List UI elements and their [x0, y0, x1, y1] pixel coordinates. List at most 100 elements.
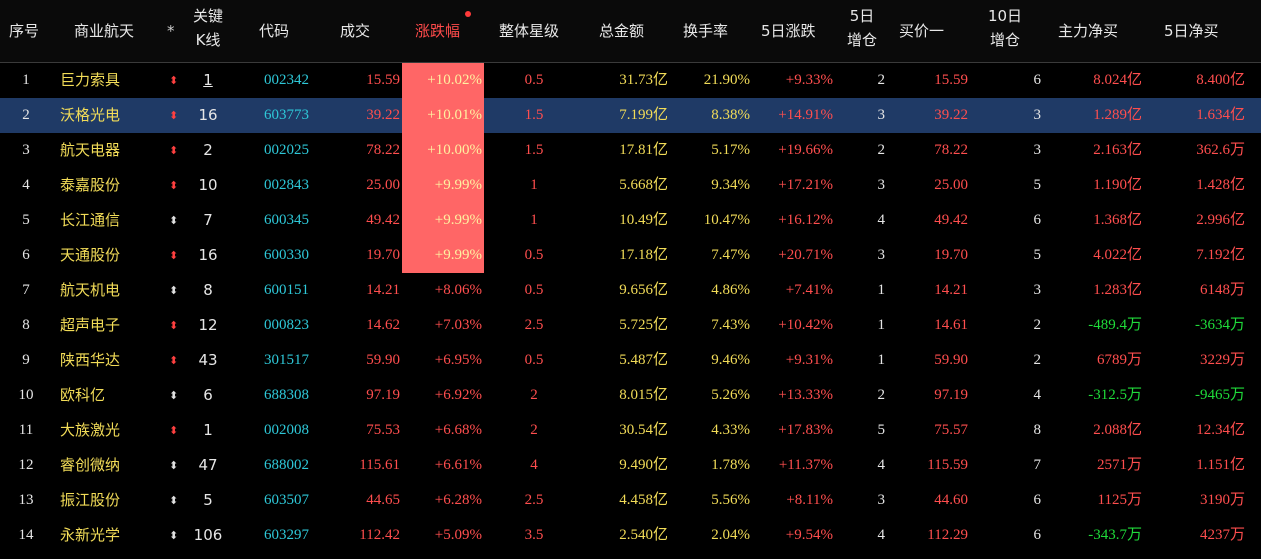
cell-5d-net-buy: 4237万 — [1199, 527, 1245, 543]
cell-main-net-buy: 2571万 — [1096, 457, 1142, 473]
cell-seq: 9 — [22, 352, 30, 368]
cell-turnover: 5.17% — [711, 142, 750, 158]
cell-kline: 16 — [198, 246, 218, 264]
cell-bid1: 25.00 — [934, 177, 968, 193]
cell-pct-change: +9.99% — [434, 212, 482, 228]
sort-indicator-dot-icon — [465, 11, 471, 17]
cell-rating: 1 — [530, 177, 538, 193]
header-kline[interactable]: 关键 K线 — [188, 4, 228, 52]
table-row[interactable]: ⬍ 13 振江股份 5 603507 44.65 +6.28% 2.5 4.458亿 5.56% +… — [0, 483, 1261, 518]
cell-seq: 4 — [22, 177, 30, 193]
cell-5d-change: +13.33% — [778, 387, 833, 403]
cell-seq: 6 — [22, 247, 30, 263]
cell-kline: 1 — [203, 421, 213, 439]
cell-5d-add: 4 — [877, 212, 886, 228]
cell-main-net-buy: 2.163亿 — [1093, 142, 1142, 158]
header-sector-name[interactable]: 商业航天 — [74, 0, 134, 62]
cell-price: 25.00 — [366, 177, 400, 193]
cell-seq: 12 — [18, 457, 34, 473]
cell-kline: 10 — [198, 176, 218, 194]
cell-name[interactable]: 天通股份 — [60, 238, 150, 273]
header-amount[interactable]: 总金额 — [599, 0, 644, 62]
table-row[interactable]: ⬍ 10 欧科亿 6 688308 97.19 +6.92% 2 8.015亿 5.26% +13.… — [0, 378, 1261, 413]
cell-5d-change: +19.66% — [778, 142, 833, 158]
cell-bid1: 44.60 — [934, 492, 968, 508]
cell-5d-change: +17.21% — [778, 177, 833, 193]
cell-5d-add: 2 — [877, 387, 886, 403]
cell-name[interactable]: 航天机电 — [60, 273, 150, 308]
table-row[interactable]: ⬍ 5 长江通信 7 600345 49.42 +9.99% 1 10.49亿 10.47% +16… — [0, 203, 1261, 238]
cell-name[interactable]: 睿创微纳 — [60, 448, 150, 483]
cell-rating: 1.5 — [524, 142, 544, 158]
header-code[interactable]: 代码 — [259, 0, 289, 62]
table-row[interactable]: ⬍ 8 超声电子 12 000823 14.62 +7.03% 2.5 5.725亿 7.43% +… — [0, 308, 1261, 343]
cell-turnover: 4.86% — [711, 282, 750, 298]
cell-5d-add: 3 — [877, 177, 886, 193]
cell-5d-add: 4 — [877, 457, 886, 473]
header-rating[interactable]: 整体星级 — [499, 0, 559, 62]
cell-name[interactable]: 陕西华达 — [60, 343, 150, 378]
cell-5d-net-buy: 2.996亿 — [1196, 212, 1245, 228]
cell-main-net-buy: 8.024亿 — [1093, 72, 1142, 88]
cell-name[interactable]: 永新光学 — [60, 518, 150, 553]
cell-5d-net-buy: 6148万 — [1199, 282, 1245, 298]
header-10d-add[interactable]: 10日 增仓 — [983, 4, 1027, 52]
cell-pct-change: +10.01% — [427, 107, 482, 123]
cell-kline: 8 — [203, 281, 213, 299]
cell-name[interactable]: 长江通信 — [60, 203, 150, 238]
header-price[interactable]: 成交 — [340, 0, 370, 62]
cell-5d-add: 4 — [877, 527, 886, 543]
cell-kline: 47 — [198, 456, 218, 474]
header-seq[interactable]: 序号 — [9, 0, 39, 62]
cell-10d-add: 6 — [1033, 212, 1042, 228]
cell-5d-net-buy: 3190万 — [1199, 492, 1245, 508]
cell-5d-change: +9.33% — [785, 72, 833, 88]
table-row[interactable]: ⬍ 11 大族激光 1 002008 75.53 +6.68% 2 30.54亿 4.33% +17… — [0, 413, 1261, 448]
cell-price: 14.62 — [366, 317, 400, 333]
cell-name[interactable]: 振江股份 — [60, 483, 150, 518]
table-row[interactable]: ⬍ 1 巨力索具 1 002342 15.59 +10.02% 0.5 31.73亿 21.90%… — [0, 63, 1261, 98]
header-5d-net-buy[interactable]: 5日净买 — [1164, 0, 1219, 62]
cell-5d-net-buy: 12.34亿 — [1196, 422, 1245, 438]
header-star[interactable]: * — [167, 0, 175, 62]
cell-main-net-buy: -489.4万 — [1088, 317, 1142, 333]
table-row[interactable]: ⬍ 2 沃格光电 16 603773 39.22 +10.01% 1.5 7.199亿 8.38%… — [0, 98, 1261, 133]
cell-price: 59.90 — [366, 352, 400, 368]
table-row[interactable]: ⬍ 4 泰嘉股份 10 002843 25.00 +9.99% 1 5.668亿 9.34% +17… — [0, 168, 1261, 203]
cell-5d-add: 5 — [877, 422, 886, 438]
table-row[interactable]: ⬍ 6 天通股份 16 600330 19.70 +9.99% 0.5 17.18亿 7.47% +… — [0, 238, 1261, 273]
cell-5d-net-buy: -3634万 — [1195, 317, 1245, 333]
cell-name[interactable]: 巨力索具 — [60, 63, 150, 98]
cell-kline: 6 — [203, 386, 213, 404]
header-pct-change[interactable]: 涨跌幅 — [415, 0, 460, 62]
header-5d-add[interactable]: 5日 增仓 — [842, 4, 882, 52]
cell-name[interactable]: 超声电子 — [60, 308, 150, 343]
cell-bid1: 19.70 — [934, 247, 968, 263]
cell-turnover: 7.43% — [711, 317, 750, 333]
cell-name[interactable]: 航天电器 — [60, 133, 150, 168]
table-row[interactable]: ⬍ 7 航天机电 8 600151 14.21 +8.06% 0.5 9.656亿 4.86% +7… — [0, 273, 1261, 308]
header-turnover[interactable]: 换手率 — [683, 0, 728, 62]
header-5d-change[interactable]: 5日涨跌 — [761, 0, 816, 62]
cell-10d-add: 5 — [1033, 247, 1042, 263]
cell-name[interactable]: 大族激光 — [60, 413, 150, 448]
cell-price: 97.19 — [366, 387, 400, 403]
cell-name[interactable]: 欧科亿 — [60, 378, 150, 413]
cell-5d-net-buy: 1.151亿 — [1196, 457, 1245, 473]
header-bid1[interactable]: 买价一 — [899, 0, 944, 62]
table-row[interactable]: ⬍ 9 陕西华达 43 301517 59.90 +6.95% 0.5 5.487亿 9.46% +… — [0, 343, 1261, 378]
table-row[interactable]: ⬍ 14 永新光学 106 603297 112.42 +5.09% 3.5 2.540亿 2.0… — [0, 518, 1261, 553]
cell-main-net-buy: 1.283亿 — [1093, 282, 1142, 298]
cell-main-net-buy: -343.7万 — [1088, 527, 1142, 543]
cell-5d-change: +8.11% — [786, 492, 833, 508]
cell-seq: 3 — [22, 142, 30, 158]
cell-turnover: 5.26% — [711, 387, 750, 403]
cell-turnover: 7.47% — [711, 247, 750, 263]
cell-name[interactable]: 泰嘉股份 — [60, 168, 150, 203]
table-row[interactable]: ⬍ 12 睿创微纳 47 688002 115.61 +6.61% 4 9.490亿 1.78% +… — [0, 448, 1261, 483]
table-row[interactable]: ⬍ 3 航天电器 2 002025 78.22 +10.00% 1.5 17.81亿 5.17% +… — [0, 133, 1261, 168]
trend-updown-arrow-icon: ⬍ — [169, 214, 179, 227]
cell-name[interactable]: 沃格光电 — [60, 98, 150, 133]
header-main-net-buy[interactable]: 主力净买 — [1058, 0, 1118, 62]
header-5d-add-line1: 5日 — [849, 7, 875, 25]
